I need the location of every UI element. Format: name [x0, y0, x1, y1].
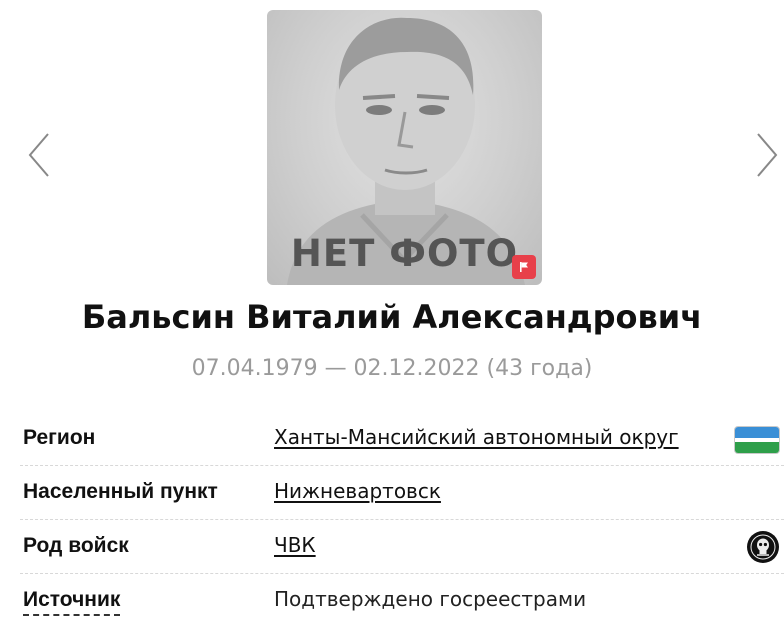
- region-link[interactable]: Ханты-Мансийский автономный округ: [274, 425, 679, 449]
- source-value: Подтверждено госреестрами: [274, 587, 587, 611]
- chevron-right-icon: [757, 133, 778, 177]
- branch-row: Род войск ЧВК: [20, 520, 784, 574]
- settlement-label: Населенный пункт: [23, 480, 218, 503]
- source-label[interactable]: Источник: [23, 588, 121, 616]
- region-label: Регион: [23, 426, 96, 449]
- person-name: Бальсин Виталий Александрович: [81, 298, 703, 336]
- prev-arrow-button[interactable]: [24, 130, 54, 180]
- branch-link[interactable]: ЧВК: [274, 533, 316, 557]
- skull-emblem-icon: [746, 531, 780, 568]
- no-photo-text: НЕТ ФОТО: [290, 232, 519, 275]
- next-arrow-button[interactable]: [752, 130, 782, 180]
- person-photo-placeholder: НЕТ ФОТО: [267, 10, 542, 285]
- settlement-link[interactable]: Нижневартовск: [274, 479, 441, 503]
- details-table: Регион Ханты-Мансийский автономный округ…: [20, 412, 784, 627]
- chevron-left-icon: [28, 133, 49, 177]
- report-flag-button[interactable]: [512, 255, 536, 279]
- life-dates: 07.04.1979 — 02.12.2022 (43 года): [191, 356, 593, 381]
- settlement-row: Населенный пункт Нижневартовск: [20, 466, 784, 520]
- region-row: Регион Ханты-Мансийский автономный округ: [20, 412, 784, 466]
- source-row: Источник Подтверждено госреестрами: [20, 574, 784, 627]
- flag-icon: [520, 262, 528, 272]
- region-flag-icon: [734, 426, 780, 454]
- branch-label: Род войск: [23, 534, 129, 557]
